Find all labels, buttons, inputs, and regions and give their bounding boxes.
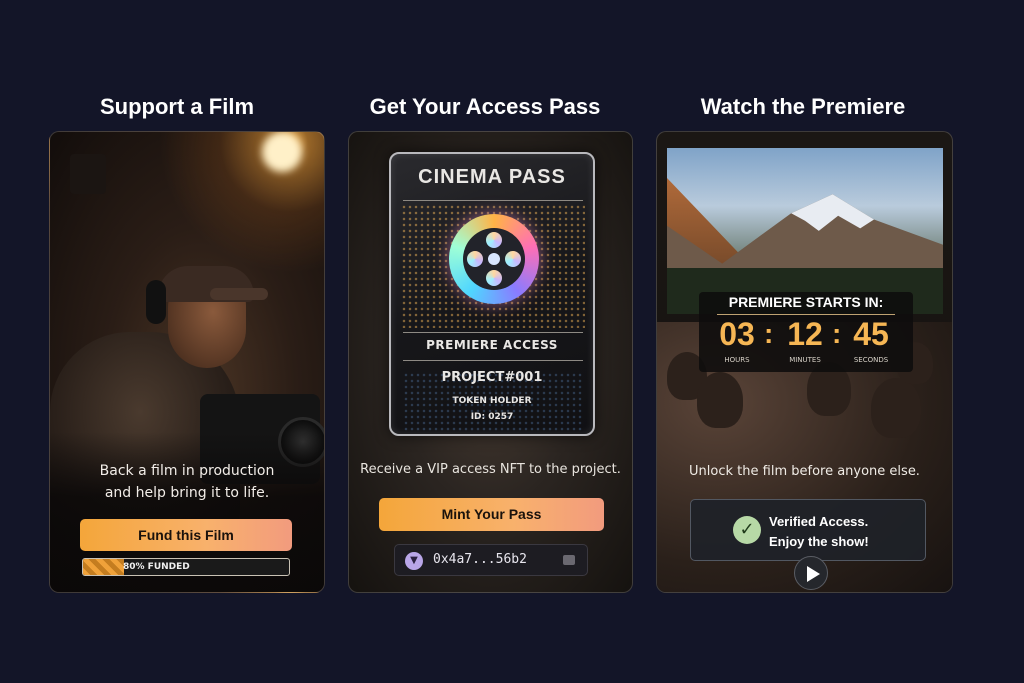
access-pass-card: CINEMA PASS PREMIERE ACCESS PROJECT#001 … xyxy=(348,131,633,593)
verified-line-1: Verified Access. xyxy=(769,514,869,529)
pass-title: CINEMA PASS xyxy=(418,166,566,188)
pass-id-label: ID: 0257 xyxy=(470,412,514,422)
access-pass-title: Get Your Access Pass xyxy=(369,94,601,119)
check-circle-icon: ✓ xyxy=(733,516,761,544)
pass-access-label: PREMIERE ACCESS xyxy=(426,338,558,352)
countdown-seconds-label: SECONDS xyxy=(853,356,889,364)
countdown-hours-label: HOURS xyxy=(724,356,750,364)
countdown-minutes: 12 xyxy=(787,316,823,352)
watch-premiere-title: Watch the Premiere xyxy=(700,94,906,119)
countdown-hours: 03 xyxy=(719,316,755,352)
premiere-countdown: PREMIERE STARTS IN: 03 : 12 : 45 HOURS M… xyxy=(699,292,913,372)
pass-holder-label: TOKEN HOLDER xyxy=(452,396,532,406)
verified-access-panel: ✓ Verified Access. Enjoy the show! xyxy=(690,499,926,561)
watch-premiere-card: PREMIERE STARTS IN: 03 : 12 : 45 HOURS M… xyxy=(656,131,953,593)
premiere-description: Unlock the film before anyone else. xyxy=(689,464,920,479)
mint-pass-button[interactable]: Mint Your Pass xyxy=(379,498,604,531)
support-description: Back a film in production and help bring… xyxy=(50,460,324,504)
countdown-title: PREMIERE STARTS IN: xyxy=(728,294,884,310)
studio-lamp xyxy=(70,154,106,194)
cinema-pass-nft: CINEMA PASS PREMIERE ACCESS PROJECT#001 … xyxy=(389,152,595,436)
film-reel-icon xyxy=(449,214,539,304)
wallet-address: 0x4a7...56b2 xyxy=(433,552,527,567)
headphones xyxy=(146,280,166,324)
countdown-minutes-label: MINUTES xyxy=(789,356,821,364)
countdown-seconds: 45 xyxy=(853,316,889,352)
support-description-line-2: and help bring it to life. xyxy=(104,485,270,501)
pass-description: Receive a VIP access NFT to the project. xyxy=(360,462,621,477)
wallet-address-field[interactable]: ▼ 0x4a7...56b2 xyxy=(394,544,588,576)
copy-icon[interactable] xyxy=(563,555,575,565)
funding-progress-fill xyxy=(83,559,125,575)
verified-line-2: Enjoy the show! xyxy=(769,534,869,549)
fund-film-button[interactable]: Fund this Film xyxy=(80,519,292,551)
studio-light xyxy=(262,132,302,172)
cinema-screen xyxy=(667,148,943,314)
funding-progress-bar: 80% FUNDED xyxy=(82,558,290,576)
support-description-line-1: Back a film in production xyxy=(99,463,275,479)
pass-project-label: PROJECT#001 xyxy=(441,370,543,385)
play-button[interactable] xyxy=(794,556,828,590)
wallet-icon: ▼ xyxy=(405,552,423,570)
support-film-title: Support a Film xyxy=(100,94,254,119)
cap-brim xyxy=(210,288,268,300)
play-icon xyxy=(807,566,820,582)
support-film-card: Back a film in production and help bring… xyxy=(49,131,325,593)
funding-progress-label: 80% FUNDED xyxy=(123,562,190,572)
